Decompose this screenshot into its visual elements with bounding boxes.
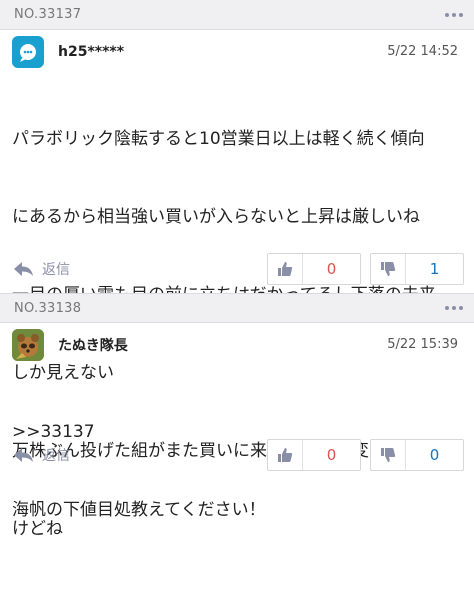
thumbs-up-icon	[278, 448, 293, 462]
avatar[interactable]	[12, 329, 44, 361]
tanuki-avatar-icon	[12, 329, 44, 361]
post-datetime: 5/22 14:52	[387, 44, 458, 59]
more-options-button[interactable]	[434, 293, 474, 323]
comment-line: にあるから相当強い買いが入らないと上昇は厳しいね	[12, 207, 420, 227]
comment-post: NO.33137 h25***** 5/22 14:52 パラボリック陰転すると…	[0, 0, 474, 539]
avatar[interactable]	[12, 36, 44, 68]
reply-button[interactable]: 返信	[14, 259, 70, 279]
comment-meta: たぬき隊長 5/22 15:39	[0, 323, 474, 367]
more-options-button[interactable]	[434, 0, 474, 30]
reply-arrow-icon	[14, 262, 33, 276]
comment-post: NO.33138 たぬき隊長 5/22 15:39 >>33137 海帆の下値目…	[0, 293, 474, 520]
dislike-count: 0	[429, 446, 440, 464]
comment-actions: 返信 0 1	[0, 245, 474, 293]
reply-label: 返信	[42, 448, 70, 464]
reply-label: 返信	[42, 262, 70, 278]
comment-line: パラボリック陰転すると10営業日以上は軽く続く傾向	[12, 129, 425, 149]
like-count: 0	[326, 260, 337, 278]
comment-header: NO.33137	[0, 0, 474, 30]
like-button[interactable]: 0	[267, 439, 361, 471]
dislike-count: 1	[429, 260, 440, 278]
comment-header: NO.33138	[0, 293, 474, 323]
more-dots-icon	[445, 12, 463, 17]
comment-actions: 返信 0 0	[0, 431, 474, 479]
reply-arrow-icon	[14, 448, 33, 462]
comment-number: NO.33138	[14, 300, 82, 316]
like-button[interactable]: 0	[267, 253, 361, 285]
thumbs-down-icon	[381, 448, 396, 462]
comment-meta: h25***** 5/22 14:52	[0, 30, 474, 74]
post-datetime: 5/22 15:39	[387, 337, 458, 352]
dislike-button[interactable]: 1	[370, 253, 464, 285]
thumbs-down-icon	[381, 262, 396, 276]
username[interactable]: たぬき隊長	[58, 335, 128, 355]
chat-bubble-icon	[20, 44, 36, 62]
reply-button[interactable]: 返信	[14, 445, 70, 465]
thumbs-up-icon	[278, 262, 293, 276]
comment-line: 海帆の下値目処教えてください！	[12, 500, 266, 520]
dislike-button[interactable]: 0	[370, 439, 464, 471]
comment-number: NO.33137	[14, 7, 82, 22]
more-dots-icon	[445, 306, 463, 310]
username[interactable]: h25*****	[58, 44, 124, 60]
like-count: 0	[326, 446, 337, 464]
